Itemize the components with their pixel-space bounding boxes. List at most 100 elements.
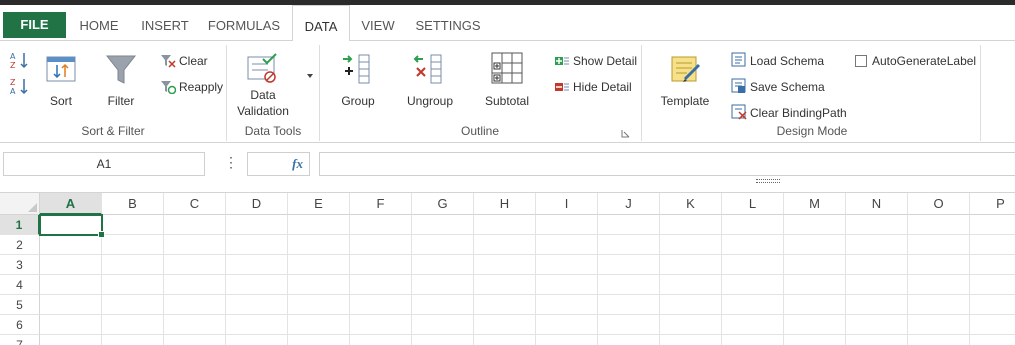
auto-generate-label-checkbox[interactable]: AutoGenerateLabel (855, 52, 976, 70)
sort-descending-button[interactable]: Z A (10, 77, 30, 96)
ribbon-data: A Z Z A Sort Filter Clear Reapply Sort &… (0, 41, 1015, 143)
clear-binding-path-label: Clear BindingPath (750, 106, 847, 120)
outline-dialog-launcher[interactable] (621, 127, 630, 138)
column-header[interactable]: O (908, 193, 970, 215)
reapply-filter-label: Reapply (179, 80, 224, 94)
template-label: Template (660, 94, 710, 108)
sort-za-icon: Z A (10, 78, 28, 96)
data-validation-button[interactable]: Data Validation (232, 51, 294, 119)
group-divider (641, 45, 642, 141)
group-divider (980, 45, 981, 141)
column-header[interactable]: I (536, 193, 598, 215)
data-validation-dropdown[interactable] (306, 68, 314, 78)
column-header[interactable]: G (412, 193, 474, 215)
column-header[interactable]: K (660, 193, 722, 215)
row-header[interactable]: 1 (0, 215, 40, 235)
select-all-corner[interactable] (0, 193, 40, 215)
name-box[interactable]: A1 (3, 152, 205, 176)
clear-binding-icon (731, 104, 747, 120)
save-schema-button[interactable]: Save Schema (731, 78, 825, 96)
clear-binding-path-button[interactable]: Clear BindingPath (731, 104, 847, 122)
hide-detail-button[interactable]: Hide Detail (554, 78, 632, 96)
formula-bar: A1 ⋮ fx (0, 143, 1015, 188)
svg-text:A: A (10, 52, 16, 61)
tab-file[interactable]: FILE (3, 12, 66, 38)
column-header[interactable]: B (102, 193, 164, 215)
sort-icon (46, 56, 76, 82)
column-header[interactable]: C (164, 193, 226, 215)
insert-function-box[interactable]: fx (247, 152, 310, 176)
sort-ascending-button[interactable]: A Z (10, 51, 30, 70)
reapply-filter-button[interactable]: Reapply (160, 78, 223, 96)
column-header[interactable]: P (970, 193, 1015, 215)
sort-button[interactable]: Sort (44, 53, 78, 119)
checkbox-icon (855, 55, 867, 67)
row-header[interactable]: 7 (0, 335, 40, 345)
subtotal-icon (491, 52, 523, 84)
more-options-icon[interactable]: ⋮ (224, 155, 238, 169)
tab-formulas[interactable]: FORMULAS (200, 5, 288, 41)
column-header[interactable]: J (598, 193, 660, 215)
row-header[interactable]: 3 (0, 255, 40, 275)
load-schema-icon (731, 52, 747, 67)
save-schema-icon (731, 78, 747, 93)
data-validation-icon (247, 53, 277, 83)
spreadsheet-grid: ABCDEFGHIJKLMNOP 1234567 (0, 192, 1015, 345)
clear-filter-button[interactable]: Clear (160, 52, 208, 70)
load-schema-button[interactable]: Load Schema (731, 52, 824, 70)
ribbon-tabs: FILE HOME INSERT FORMULAS DATA VIEW SETT… (0, 5, 1015, 42)
row-header[interactable]: 4 (0, 275, 40, 295)
column-header[interactable]: A (40, 193, 102, 215)
column-header[interactable]: F (350, 193, 412, 215)
resize-grip-icon[interactable] (756, 179, 780, 183)
column-header[interactable]: N (846, 193, 908, 215)
plus-detail-icon (554, 54, 570, 68)
row-header[interactable]: 2 (0, 235, 40, 255)
column-header[interactable]: L (722, 193, 784, 215)
tab-insert[interactable]: INSERT (132, 5, 198, 41)
subtotal-label: Subtotal (484, 94, 530, 108)
tab-data[interactable]: DATA (292, 5, 350, 42)
reapply-filter-icon (160, 80, 177, 95)
minus-detail-icon (554, 80, 570, 94)
show-detail-button[interactable]: Show Detail (554, 52, 637, 70)
group-outline-icon (343, 54, 370, 84)
column-header[interactable]: M (784, 193, 846, 215)
design-mode-group-label: Design Mode (776, 124, 848, 138)
column-header[interactable]: E (288, 193, 350, 215)
subtotal-button[interactable]: Subtotal (480, 51, 534, 119)
column-header[interactable]: D (226, 193, 288, 215)
load-schema-label: Load Schema (750, 54, 825, 68)
formula-input[interactable] (319, 152, 1015, 176)
template-button[interactable]: Template (654, 51, 716, 119)
sort-label: Sort (49, 94, 72, 108)
cell-area[interactable] (40, 215, 1015, 345)
data-validation-label-line2: Validation (237, 104, 289, 118)
outline-group-label: Outline (460, 124, 500, 138)
svg-text:Z: Z (10, 78, 16, 87)
filter-button[interactable]: Filter (100, 51, 142, 119)
fx-icon: fx (292, 156, 303, 171)
group-label: Group (341, 94, 375, 108)
row-header[interactable]: 6 (0, 315, 40, 335)
chevron-down-icon (307, 74, 313, 78)
template-icon (671, 56, 701, 82)
group-button[interactable]: Group (334, 51, 382, 119)
clear-filter-label: Clear (179, 54, 208, 68)
svg-text:Z: Z (10, 61, 16, 69)
tab-view[interactable]: VIEW (352, 5, 404, 41)
column-header[interactable]: H (474, 193, 536, 215)
clear-filter-icon (160, 54, 176, 68)
tab-home[interactable]: HOME (68, 5, 130, 41)
data-tools-group-label: Data Tools (244, 124, 302, 138)
dialog-launcher-icon (621, 130, 630, 138)
active-cell-a1[interactable] (39, 214, 105, 238)
ungroup-outline-icon (413, 54, 442, 84)
save-schema-label: Save Schema (750, 80, 825, 94)
ungroup-button[interactable]: Ungroup (402, 51, 458, 119)
row-header[interactable]: 5 (0, 295, 40, 315)
hide-detail-label: Hide Detail (573, 80, 632, 94)
show-detail-label: Show Detail (573, 54, 638, 68)
tab-settings[interactable]: SETTINGS (406, 5, 490, 41)
data-validation-label-line1: Data (250, 88, 276, 102)
